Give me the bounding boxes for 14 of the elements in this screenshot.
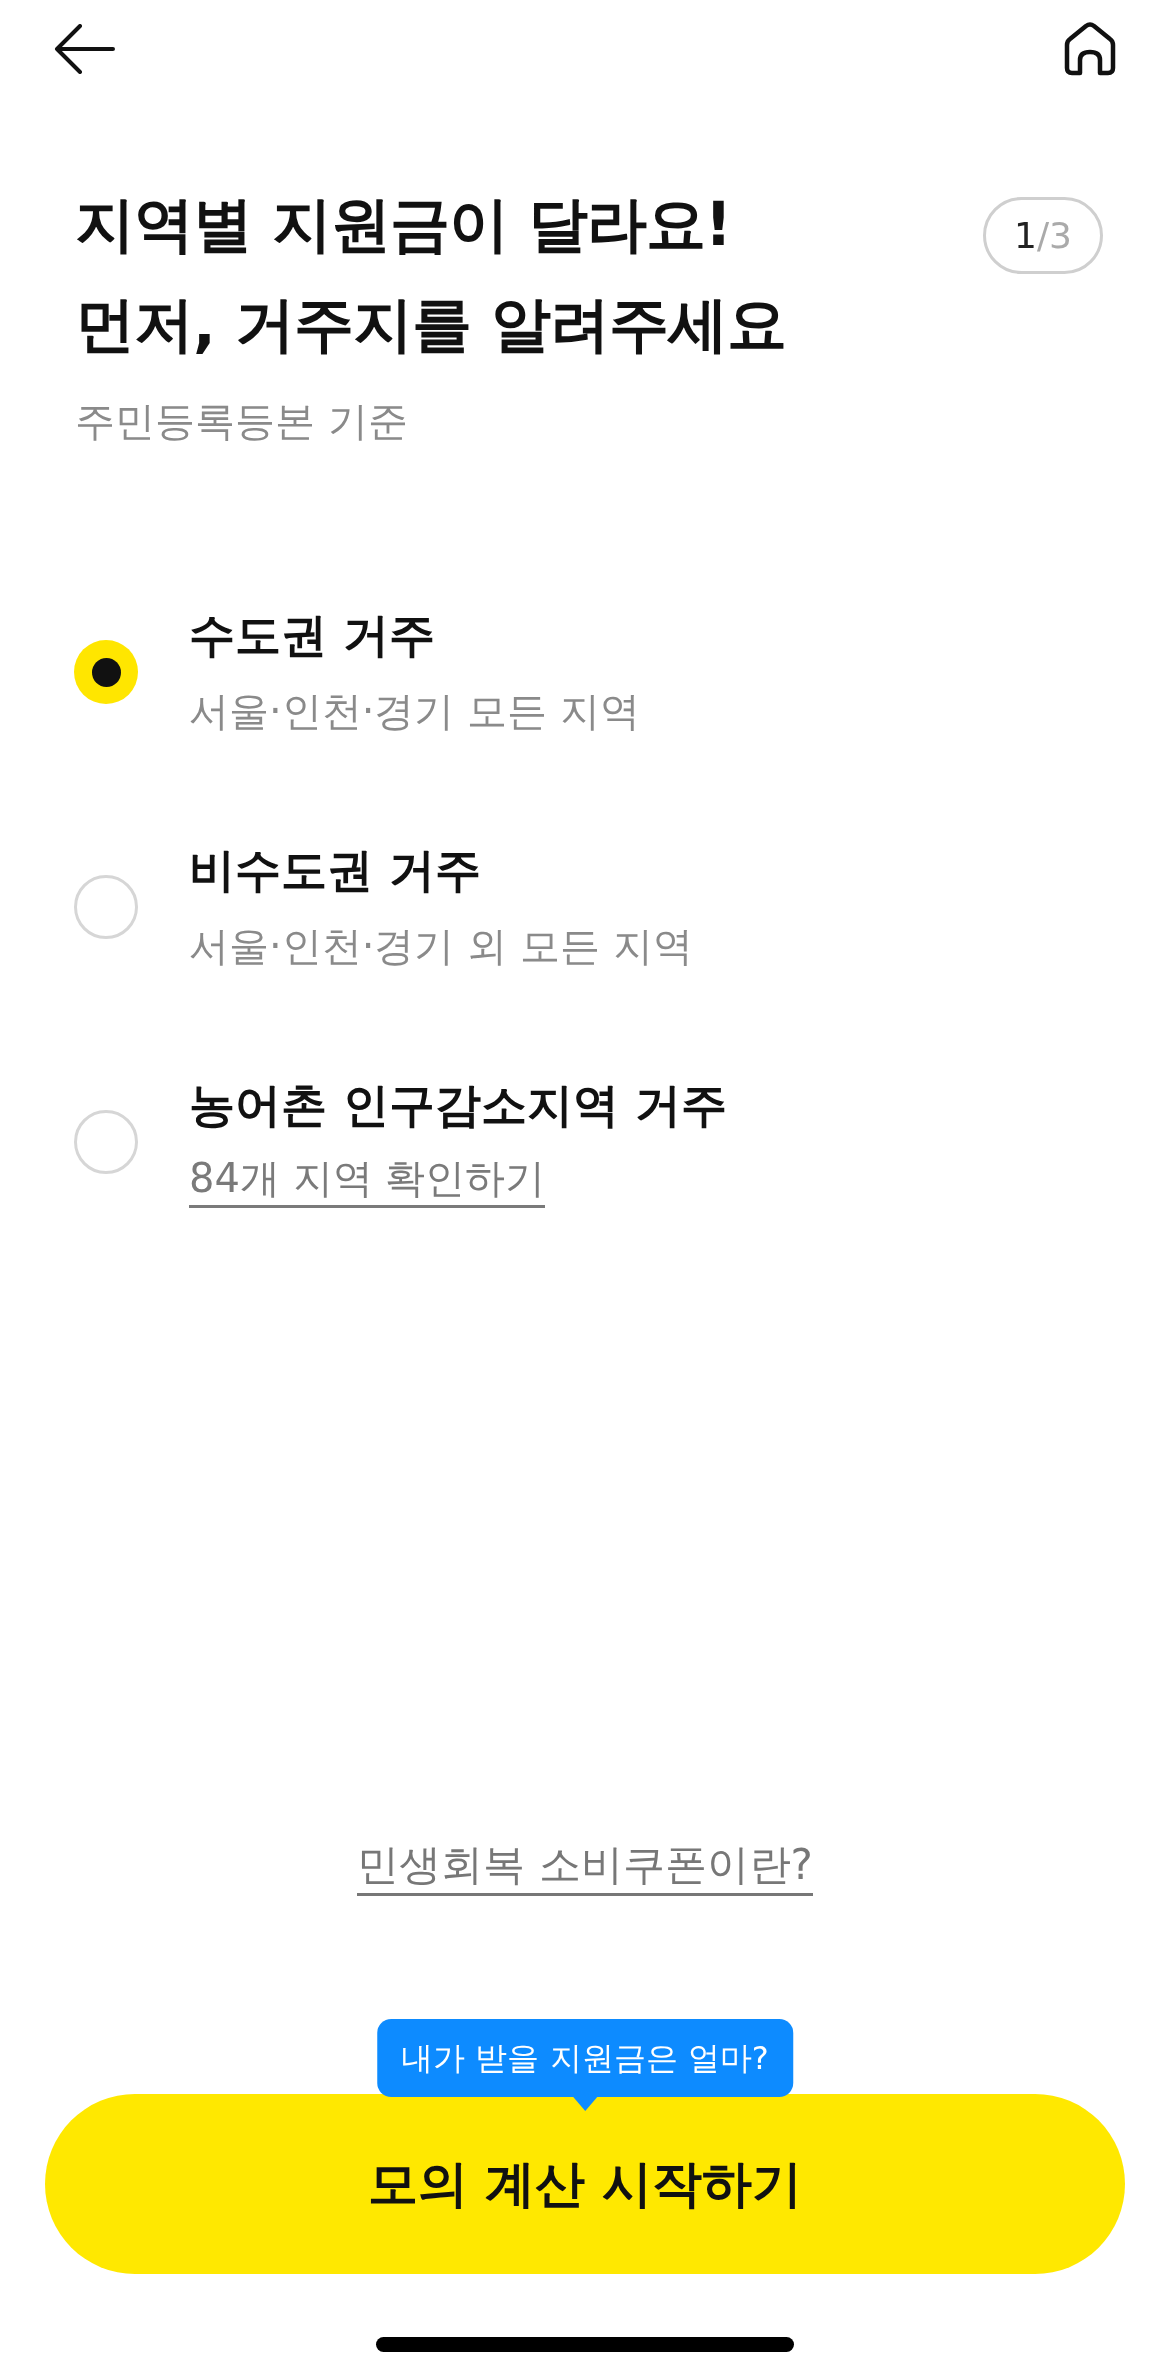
tooltip: 내가 받을 지원금은 얼마? [377, 2019, 793, 2111]
option-description: 서울·인천·경기 외 모든 지역 [189, 922, 693, 971]
page-title: 지역별 지원금이 달라요! 먼저, 거주지를 알려주세요 [75, 188, 786, 361]
region-list-link[interactable]: 84개 지역 확인하기 [189, 1153, 546, 1208]
option-title[interactable]: 비수도권 거주 [189, 840, 481, 900]
info-link[interactable]: 민생회복 소비쿠폰이란? [357, 1839, 813, 1896]
start-button[interactable]: 모의 계산 시작하기 [45, 2094, 1125, 2274]
option-title[interactable]: 수도권 거주 [189, 605, 435, 665]
subtitle: 주민등록등본 기준 [75, 397, 409, 446]
option-description: 서울·인천·경기 모든 지역 [189, 687, 640, 736]
back-arrow-icon[interactable] [54, 24, 116, 74]
option-title[interactable]: 농어촌 인구감소지역 거주 [189, 1075, 728, 1135]
step-counter: 1/3 [983, 197, 1103, 274]
home-icon[interactable] [1064, 22, 1116, 76]
